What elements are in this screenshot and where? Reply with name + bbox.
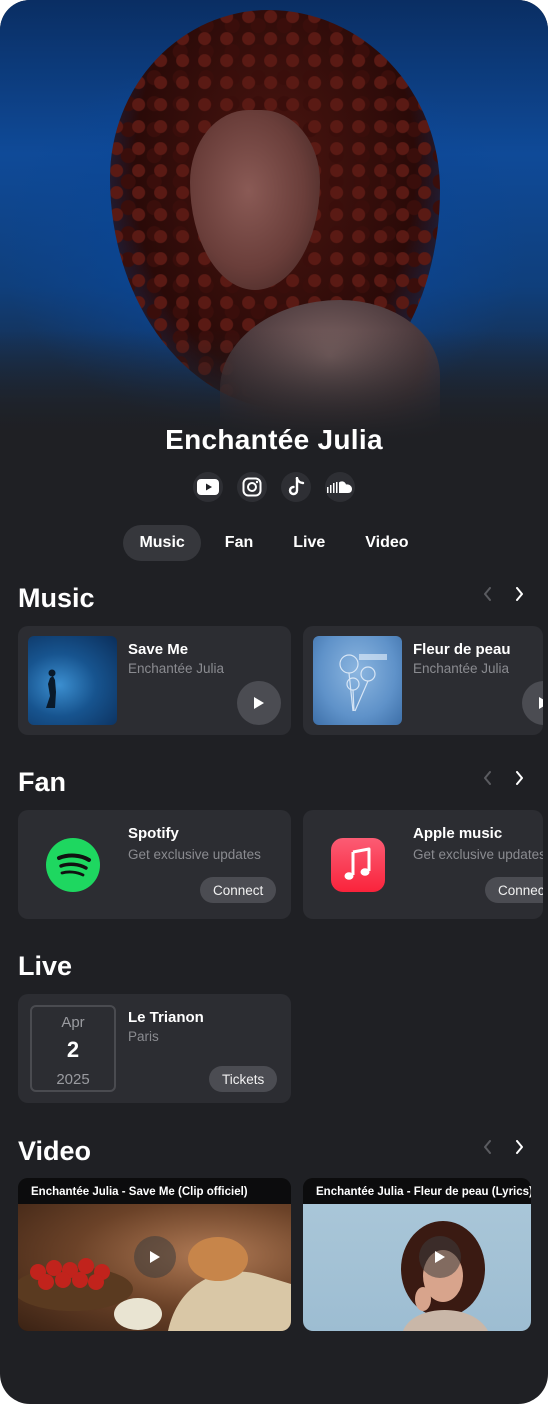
soundcloud-link[interactable] (325, 472, 355, 502)
music-prev-button[interactable] (480, 586, 494, 602)
video-next-button[interactable] (512, 1139, 526, 1155)
tickets-button[interactable]: Tickets (209, 1066, 278, 1092)
video-title: Enchantée Julia - Fleur de peau (Lyrics) (303, 1178, 531, 1204)
tiktok-link[interactable] (281, 472, 311, 502)
chevron-right-icon (515, 587, 523, 601)
fan-prev-button[interactable] (480, 770, 494, 786)
video-play-button[interactable] (134, 1236, 176, 1278)
artist-name: Enchantée Julia (165, 424, 383, 455)
play-button[interactable] (522, 681, 543, 725)
event-day: 2 (66, 1037, 80, 1062)
apple-music-icon (330, 837, 385, 892)
event-year: 2025 (56, 1071, 90, 1088)
play-icon (539, 697, 543, 709)
track-title: Save Me (128, 641, 189, 658)
youtube-icon (197, 479, 219, 495)
fan-section-title: Fan (18, 767, 67, 797)
event-month: Apr (61, 1014, 85, 1031)
instagram-icon (242, 477, 262, 497)
connect-button[interactable]: Connect (485, 877, 543, 903)
event-city: Paris (128, 1029, 159, 1044)
fan-carousel-nav (480, 770, 526, 786)
instagram-link[interactable] (237, 472, 267, 502)
tab-music[interactable]: Music (123, 525, 201, 561)
fan-platform-desc: Get exclusive updates (413, 847, 543, 862)
fan-card-apple-music: Apple music Get exclusive updates Connec… (303, 810, 543, 919)
music-next-button[interactable] (512, 586, 526, 602)
chevron-right-icon (515, 771, 523, 785)
live-section-title: Live (18, 951, 73, 981)
tiktok-icon (288, 477, 305, 496)
youtube-link[interactable] (193, 472, 223, 502)
play-icon (435, 1251, 445, 1263)
music-section-title: Music (18, 583, 95, 613)
video-card[interactable]: Enchantée Julia - Save Me (Clip officiel… (18, 1178, 291, 1331)
video-prev-button[interactable] (480, 1139, 494, 1155)
play-icon (254, 697, 264, 709)
chevron-left-icon (483, 587, 491, 601)
chevron-left-icon (483, 1140, 491, 1154)
video-title: Enchantée Julia - Save Me (Clip officiel… (18, 1178, 291, 1204)
video-carousel-nav (480, 1139, 526, 1155)
tab-fan[interactable]: Fan (209, 525, 269, 561)
section-tabs: Music Fan Live Video (0, 525, 548, 561)
soundcloud-icon (327, 481, 352, 493)
event-date: Apr 2 2025 (30, 1005, 116, 1092)
hero-image (0, 0, 548, 440)
track-title: Fleur de peau (413, 641, 511, 658)
event-venue: Le Trianon (128, 1009, 204, 1026)
track-artist: Enchantée Julia (128, 661, 225, 676)
social-links (0, 472, 548, 504)
fan-platform-name: Apple music (413, 825, 503, 842)
video-card[interactable]: Enchantée Julia - Fleur de peau (Lyrics) (303, 1178, 531, 1331)
music-carousel-nav (480, 586, 526, 602)
fan-platform-desc: Get exclusive updates (128, 847, 261, 862)
connect-button[interactable]: Connect (200, 877, 277, 903)
video-section-title: Video (18, 1136, 92, 1166)
play-button[interactable] (237, 681, 281, 725)
chevron-left-icon (483, 771, 491, 785)
video-play-button[interactable] (419, 1236, 461, 1278)
fan-card-spotify: Spotify Get exclusive updates Connect (18, 810, 291, 919)
play-icon (150, 1251, 160, 1263)
live-event-card: Apr 2 2025 Le Trianon Paris Tickets (18, 994, 291, 1103)
video-thumbnail (303, 1204, 531, 1331)
tab-video[interactable]: Video (349, 525, 424, 561)
music-card[interactable]: Fleur de peau Enchantée Julia (303, 626, 543, 735)
tab-live[interactable]: Live (277, 525, 341, 561)
chevron-right-icon (515, 1140, 523, 1154)
music-card[interactable]: Save Me Enchantée Julia (18, 626, 291, 735)
app-screen: Enchantée Julia Music Fan Live Video Mus… (0, 0, 548, 1404)
album-cover (313, 636, 402, 725)
track-artist: Enchantée Julia (413, 661, 510, 676)
fan-next-button[interactable] (512, 770, 526, 786)
album-cover (28, 636, 117, 725)
fan-platform-name: Spotify (128, 825, 179, 842)
spotify-icon (45, 837, 100, 892)
